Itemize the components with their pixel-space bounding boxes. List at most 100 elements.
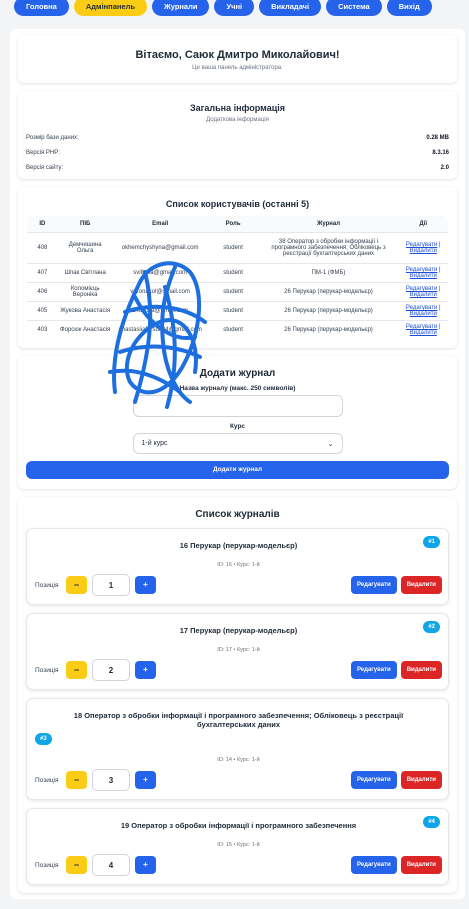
info-subtitle: Додаткова інформація <box>206 117 269 123</box>
decrease-position-button[interactable]: − <box>66 771 87 789</box>
info-row-php: Версія PHP: 8.3.16 <box>26 150 449 156</box>
position-input[interactable]: 2 <box>92 659 130 681</box>
add-journal-button[interactable]: Додати журнал <box>26 461 449 479</box>
journal-name-label: Назва журналу (макс. 250 символів) <box>179 385 296 392</box>
info-row-db: Розмір бази даних: 0.28 MB <box>26 135 449 141</box>
nav-students[interactable]: Учні <box>214 0 255 16</box>
increase-position-button[interactable]: + <box>135 771 156 789</box>
users-card: Список користувачів (останні 5) ID ПІБ E… <box>18 187 457 348</box>
journal-name: 16 Перукар (перукар-модельєр) <box>179 541 298 550</box>
journal-name-input[interactable] <box>132 395 343 417</box>
user-email: veronakol@gmail.com <box>112 282 208 302</box>
user-name: Жукова Анастасія <box>57 301 113 321</box>
nav-teachers[interactable]: Викладачі <box>259 0 322 16</box>
col-role: Роль <box>207 216 259 233</box>
user-journal: 26 Перукар (перукар-модельєр) <box>258 320 399 339</box>
position-label: Позиція <box>35 581 59 589</box>
course-select-value: 1-й курс <box>141 440 168 447</box>
table-row: 406 Коломієць Вероніка veronakol@gmail.c… <box>27 282 448 302</box>
welcome-title: Вітаємо, Саюк Дмитро Миколайович! <box>135 49 340 61</box>
user-actions: Редагувати | Видалити <box>398 282 448 302</box>
delete-user-link[interactable]: Видалити <box>410 273 437 279</box>
add-journal-card: Додати журнал Назва журналу (макс. 250 с… <box>18 356 457 489</box>
edit-journal-button[interactable]: Редагувати <box>350 661 397 679</box>
journal-name: 17 Перукар (перукар-модельєр) <box>179 626 298 635</box>
info-value: 2.0 <box>440 165 449 171</box>
user-name: Демчишина Ольга <box>57 232 113 264</box>
info-row-version: Версія сайту: 2.0 <box>26 165 449 171</box>
delete-user-link[interactable]: Видалити <box>410 330 437 336</box>
delete-journal-button[interactable]: Видалити <box>400 771 442 789</box>
journal-meta: ID: 16 • Курс: 1-й <box>217 562 260 568</box>
nav-logout[interactable]: Вихід <box>386 0 432 16</box>
users-table: ID ПІБ Email Роль Журнал Дії 408 Демчиши… <box>26 215 449 340</box>
user-journal: ПМ-1 (ФМБ) <box>258 263 399 283</box>
info-title: Загальна інформація <box>190 103 285 113</box>
edit-journal-button[interactable]: Редагувати <box>350 576 397 594</box>
position-input[interactable]: 3 <box>92 769 130 791</box>
delete-user-link[interactable]: Видалити <box>410 248 437 254</box>
journal-controls: Позиція − 2 + Редагувати Видалити <box>35 659 442 681</box>
decrease-position-button[interactable]: − <box>66 856 87 874</box>
table-row: 403 Форсюк Анастасія anastasiiaforsuk04@… <box>27 320 448 339</box>
journal-item: #2 17 Перукар (перукар-модельєр) ID: 17 … <box>26 613 449 690</box>
position-input[interactable]: 1 <box>92 574 130 596</box>
journal-badge: #3 <box>35 733 52 745</box>
col-email: Email <box>112 216 208 233</box>
journal-badge: #1 <box>423 536 440 548</box>
nav-home[interactable]: Головна <box>14 0 69 16</box>
journal-meta: ID: 14 • Курс: 1-й <box>217 757 260 763</box>
info-card: Загальна інформація Додаткова інформація… <box>18 91 457 179</box>
user-role: student <box>207 282 259 302</box>
col-id: ID <box>27 216 58 233</box>
position-input[interactable]: 4 <box>92 854 130 876</box>
table-row: 405 Жукова Анастасія zhukova@gmail.com s… <box>27 301 448 321</box>
user-id: 408 <box>27 232 58 264</box>
col-actions: Дії <box>398 216 448 233</box>
increase-position-button[interactable]: + <box>135 661 156 679</box>
delete-journal-button[interactable]: Видалити <box>400 661 442 679</box>
journal-item: #1 16 Перукар (перукар-модельєр) ID: 16 … <box>26 528 449 605</box>
col-journal: Журнал <box>258 216 399 233</box>
nav-admin[interactable]: Адмінпанель <box>73 0 147 16</box>
journal-badge: #4 <box>423 816 440 828</box>
user-role: student <box>207 301 259 321</box>
users-title: Список користувачів (останні 5) <box>165 199 310 209</box>
delete-journal-button[interactable]: Видалити <box>400 856 442 874</box>
admin-panel: Вітаємо, Саюк Дмитро Миколайович! Це ваш… <box>10 29 465 899</box>
decrease-position-button[interactable]: − <box>66 661 87 679</box>
journal-controls: Позиція − 3 + Редагувати Видалити <box>35 769 442 791</box>
journals-title: Список журналів <box>195 509 280 520</box>
chevron-down-icon: ⌄ <box>327 440 334 448</box>
edit-journal-button[interactable]: Редагувати <box>350 856 397 874</box>
position-label: Позиція <box>35 666 59 674</box>
delete-user-link[interactable]: Видалити <box>410 292 437 298</box>
decrease-position-button[interactable]: − <box>66 576 87 594</box>
info-value: 0.28 MB <box>426 135 449 141</box>
delete-user-link[interactable]: Видалити <box>410 311 437 317</box>
user-id: 406 <box>27 282 58 302</box>
course-select[interactable]: 1-й курс ⌄ <box>132 433 343 454</box>
journal-badge: #2 <box>423 621 440 633</box>
increase-position-button[interactable]: + <box>135 856 156 874</box>
delete-journal-button[interactable]: Видалити <box>400 576 442 594</box>
journal-controls: Позиція − 4 + Редагувати Видалити <box>35 854 442 876</box>
user-journal: 26 Перукар (перукар-модельєр) <box>258 301 399 321</box>
user-email: zhukova@gmail.com <box>112 301 208 321</box>
nav-system[interactable]: Система <box>326 0 382 16</box>
user-id: 405 <box>27 301 58 321</box>
user-email: anastasiiaforsuk04@gmail.com <box>112 320 208 339</box>
user-email: okhemchyshyna@gmail.com <box>112 232 208 264</box>
journal-name: 18 Оператор з обробки інформації і прогр… <box>73 711 404 729</box>
user-id: 407 <box>27 263 58 283</box>
journals-card: Список журналів #1 16 Перукар (перукар-м… <box>18 497 457 893</box>
nav-journals[interactable]: Журнали <box>151 0 210 16</box>
user-actions: Редагувати | Видалити <box>398 320 448 339</box>
user-journal: 38 Оператор з обробки інформації і прогр… <box>258 232 399 264</box>
user-actions: Редагувати | Видалити <box>398 263 448 283</box>
increase-position-button[interactable]: + <box>135 576 156 594</box>
edit-journal-button[interactable]: Редагувати <box>350 771 397 789</box>
user-actions: Редагувати | Видалити <box>398 301 448 321</box>
top-nav: Головна Адмінпанель Журнали Учні Виклада… <box>0 0 469 16</box>
journal-meta: ID: 17 • Курс: 1-й <box>217 647 260 653</box>
